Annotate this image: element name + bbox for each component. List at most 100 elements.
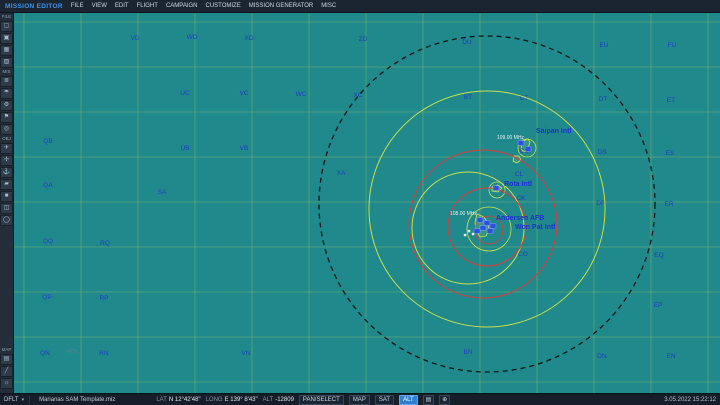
static-object-marker[interactable] bbox=[472, 233, 475, 236]
sea-background bbox=[14, 12, 720, 393]
distance-button[interactable]: ╱ bbox=[0, 366, 13, 377]
alt-toggle-button[interactable]: ALT bbox=[399, 395, 418, 405]
grid-label: BN bbox=[463, 349, 472, 356]
status-bar: DFLT ▾ Marianas SAM Template.miz LAT N 1… bbox=[0, 393, 720, 405]
open-mission-button[interactable]: ▣ bbox=[0, 33, 13, 44]
sat-view-button[interactable]: SAT bbox=[375, 395, 394, 405]
helicopter-button[interactable]: ✢ bbox=[0, 155, 13, 166]
briefing-button[interactable]: ≣ bbox=[0, 76, 13, 87]
ship-button[interactable]: ⚓ bbox=[0, 167, 13, 178]
grid-label: UC bbox=[180, 90, 190, 97]
unit-marker[interactable] bbox=[484, 221, 490, 226]
grid-label: EP bbox=[654, 302, 663, 309]
template-button[interactable]: ◫ bbox=[0, 203, 13, 214]
toolbar-section-map: MAP▤╱☼ bbox=[0, 347, 13, 389]
grid-label: ET bbox=[667, 97, 675, 104]
trigger-zone-button[interactable]: ◯ bbox=[0, 215, 13, 226]
weather-icon: ☂ bbox=[4, 90, 9, 97]
cursor-altitude: ALT -12809 bbox=[263, 397, 294, 403]
grid-label: SA bbox=[158, 189, 167, 196]
grid-label: DT bbox=[599, 96, 608, 103]
trigger-zone-icon: ◯ bbox=[3, 217, 10, 224]
grid-label: EQ bbox=[654, 252, 663, 259]
save-as-button[interactable]: ▧ bbox=[0, 57, 13, 68]
grid-label: XD bbox=[244, 35, 253, 42]
new-mission-button[interactable]: ▢ bbox=[0, 21, 13, 32]
static-object-marker[interactable] bbox=[464, 234, 467, 237]
menu-item-campaign[interactable]: CAMPAIGN bbox=[166, 3, 198, 9]
menu-bar: MISSION EDITOR FILE VIEW EDIT FLIGHT CAMPAIG… bbox=[0, 0, 720, 13]
grid-label: DN bbox=[597, 353, 607, 360]
triggers-button[interactable]: ⚑ bbox=[0, 112, 13, 123]
layers-icon[interactable]: ▤ bbox=[423, 395, 435, 405]
aircraft-button[interactable]: ✈ bbox=[0, 143, 13, 154]
long-value: E 139° 8'43" bbox=[225, 397, 258, 403]
unit-marker[interactable] bbox=[474, 229, 480, 234]
airfield-label: Rota Intl bbox=[504, 181, 532, 188]
vehicle-button[interactable]: ▰ bbox=[0, 179, 13, 190]
chevron-down-icon: ▾ bbox=[22, 397, 25, 403]
alt-value: -12809 bbox=[275, 397, 294, 403]
center-map-icon[interactable]: ⊕ bbox=[439, 395, 450, 405]
grid-label: QQ bbox=[43, 238, 53, 245]
map-view-button[interactable]: MAP bbox=[349, 395, 370, 405]
grid-label: UB bbox=[180, 145, 189, 152]
grid-label: QA bbox=[43, 182, 53, 189]
menu-item-customize[interactable]: CUSTOMIZE bbox=[206, 3, 241, 9]
menu-item-flight[interactable]: FLIGHT bbox=[137, 3, 158, 9]
lat-label: LAT bbox=[156, 397, 167, 403]
layers-button[interactable]: ▤ bbox=[0, 354, 13, 365]
menu-item-edit[interactable]: EDIT bbox=[115, 3, 129, 9]
static-object-button[interactable]: ■ bbox=[0, 191, 13, 202]
weather-button[interactable]: ☂ bbox=[0, 88, 13, 99]
pan-select-button[interactable]: PAN/SELECT bbox=[299, 395, 344, 405]
static-object-marker[interactable] bbox=[468, 230, 471, 233]
ship-icon: ⚓ bbox=[3, 169, 10, 176]
toolbar-section-label: FILE bbox=[2, 14, 12, 20]
preset-selector[interactable]: DFLT ▾ bbox=[4, 397, 24, 403]
alt-label: ALT bbox=[263, 397, 274, 403]
theme-button[interactable]: ☼ bbox=[0, 378, 13, 389]
long-label: LONG bbox=[206, 397, 223, 403]
map-canvas[interactable]: VDWDXDZDDUEUFUUCVCWCXCBTCTDTETQBUBVBCSDS… bbox=[14, 12, 720, 393]
grid-label: BT bbox=[464, 94, 472, 101]
grid-label: VC bbox=[239, 90, 248, 97]
unit-marker[interactable] bbox=[480, 226, 486, 231]
cursor-longitude: LONG E 139° 8'43" bbox=[206, 397, 258, 403]
map-annotation: 109.00 MHz bbox=[497, 135, 524, 141]
goals-button[interactable]: ◎ bbox=[0, 124, 13, 135]
open-mission-icon: ▣ bbox=[4, 35, 10, 42]
grid-label: CO bbox=[518, 251, 528, 258]
airfield-label: Saipan Intl bbox=[536, 128, 571, 135]
grid-label: DS bbox=[597, 149, 607, 156]
menu-item-view[interactable]: VIEW bbox=[92, 3, 107, 9]
template-icon: ◫ bbox=[4, 205, 10, 212]
toolbar-section-mis: MIS ≣ ☂ ⚙⚑ ◎ bbox=[0, 69, 13, 135]
airfield-label: Won Pat Intl bbox=[515, 224, 555, 231]
app-title: MISSION EDITOR bbox=[5, 3, 63, 10]
menu-item-mission-generator[interactable]: MISSION GENERATOR bbox=[249, 3, 313, 9]
goals-icon: ◎ bbox=[4, 126, 9, 133]
briefing-icon: ≣ bbox=[4, 78, 9, 85]
grid-label: VB bbox=[240, 145, 249, 152]
save-mission-button[interactable]: ▦ bbox=[0, 45, 13, 56]
grid-label: ZD bbox=[359, 36, 368, 43]
unit-marker[interactable] bbox=[493, 186, 499, 191]
save-as-icon: ▧ bbox=[4, 59, 10, 66]
cursor-latitude: LAT N 12°42'48" bbox=[156, 397, 200, 403]
unit-marker[interactable] bbox=[490, 224, 496, 229]
lat-value: N 12°42'48" bbox=[169, 397, 201, 403]
toolbar-section-obj: OBJ✈✢⚓▰■◫◯ bbox=[0, 136, 13, 226]
unit-marker[interactable] bbox=[477, 218, 483, 223]
map-area[interactable]: VDWDXDZDDUEUFUUCVCWCXCBTCTDTETQBUBVBCSDS… bbox=[14, 12, 720, 393]
toolbar-section-file: FILE▢ ▣ ▦ ▧ bbox=[0, 14, 13, 68]
unit-marker[interactable] bbox=[487, 229, 493, 234]
toolbar-section-label: MIS bbox=[2, 69, 10, 75]
unit-marker[interactable] bbox=[518, 141, 524, 146]
options-button[interactable]: ⚙ bbox=[0, 100, 13, 111]
unit-marker[interactable] bbox=[525, 147, 531, 152]
helicopter-icon: ✢ bbox=[4, 157, 9, 164]
grid-label: EU bbox=[599, 42, 608, 49]
menu-item-file[interactable]: FILE bbox=[71, 3, 84, 9]
menu-item-misc[interactable]: MISC bbox=[321, 3, 336, 9]
